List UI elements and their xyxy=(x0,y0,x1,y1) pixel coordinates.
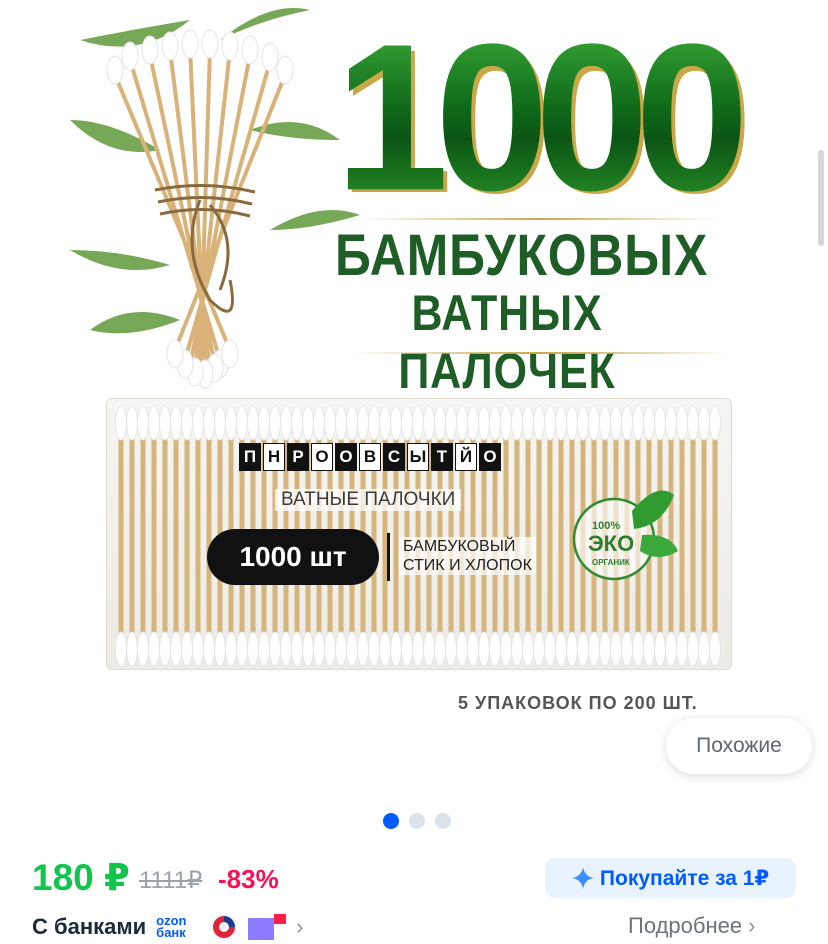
pager-dot[interactable] xyxy=(409,813,425,829)
brand-letter: В xyxy=(359,443,381,471)
buy-for-1-ruble-button[interactable]: Покупайте за 1₽ xyxy=(545,858,796,898)
pager-dot[interactable] xyxy=(383,813,399,829)
gold-divider xyxy=(350,352,730,354)
eco-word: ЭКО xyxy=(588,531,634,556)
package-description: БАМБУКОВЫЙ СТИК И ХЛОПОК xyxy=(399,537,536,575)
brand-letter: Й xyxy=(455,443,477,471)
package-divider xyxy=(387,533,390,581)
headline-line-2: ВАТНЫХ ПАЛОЧЕК xyxy=(398,285,616,399)
ozon-bank-logo: ozon банк xyxy=(156,914,200,940)
brand-logo: ПНРООВСЫТЙО xyxy=(239,443,501,471)
sparkle-icon xyxy=(571,867,594,889)
chevron-right-icon: › xyxy=(748,913,756,938)
pager-dot[interactable] xyxy=(435,813,451,829)
bank-logo-icon xyxy=(248,914,287,940)
more-details-link[interactable]: Подробнее › xyxy=(628,913,755,939)
discount-badge: -83% xyxy=(218,864,279,894)
promo-label: Покупайте за 1₽ xyxy=(599,866,770,890)
package-description-line-1: БАМБУКОВЫЙ xyxy=(403,538,516,555)
chevron-right-icon: › xyxy=(296,914,304,939)
brand-letter: О xyxy=(311,443,333,471)
brand-letter: С xyxy=(383,443,405,471)
brand-letter: Р xyxy=(287,443,309,471)
product-package: ПНРООВСЫТЙО ВАТНЫЕ ПАЛОЧКИ 1000 шт БАМБУ… xyxy=(106,398,732,670)
gallery-pager xyxy=(0,813,828,829)
eco-subtitle: ОРГАНИК xyxy=(592,558,630,567)
banks-label: С банками xyxy=(32,914,147,939)
package-subtitle: ВАТНЫЕ ПАЛОЧКИ xyxy=(275,489,462,511)
more-details-label: Подробнее xyxy=(628,913,743,938)
product-photo[interactable]: 1000 1000 БАМБУКОВЫХ ВАТНЫХ ПАЛОЧЕК ПНРО… xyxy=(70,0,758,800)
headline-number: 1000 xyxy=(325,13,749,222)
package-description-line-2: СТИК И ХЛОПОК xyxy=(403,557,532,574)
brand-letter: О xyxy=(335,443,357,471)
similar-button[interactable]: Похожие xyxy=(666,718,812,774)
ozon-logo-line-2: банк xyxy=(156,925,186,940)
package-count-badge: 1000 шт xyxy=(207,529,379,585)
brand-letter: П xyxy=(239,443,261,471)
pack-note: 5 УПАКОВОК ПО 200 ШТ. xyxy=(458,693,698,713)
bank-logo-icon xyxy=(211,914,238,940)
gold-divider xyxy=(360,218,720,220)
eco-leaf-icon: 100% ЭКО ОРГАНИК xyxy=(572,490,678,581)
brand-letter: О xyxy=(479,443,501,471)
brand-letter: Н xyxy=(263,443,285,471)
current-price: 180 ₽ xyxy=(32,857,130,898)
bank-offers[interactable]: С банками ozon банк › xyxy=(32,912,304,942)
old-price: 1111₽ xyxy=(139,867,203,894)
brand-letter: Т xyxy=(431,443,453,471)
headline-line-1: БАМБУКОВЫХ xyxy=(335,223,709,288)
scrollbar-thumb[interactable] xyxy=(818,150,824,246)
product-gallery[interactable]: 1000 1000 БАМБУКОВЫХ ВАТНЫХ ПАЛОЧЕК ПНРО… xyxy=(0,0,828,800)
brand-letter: Ы xyxy=(407,443,429,471)
